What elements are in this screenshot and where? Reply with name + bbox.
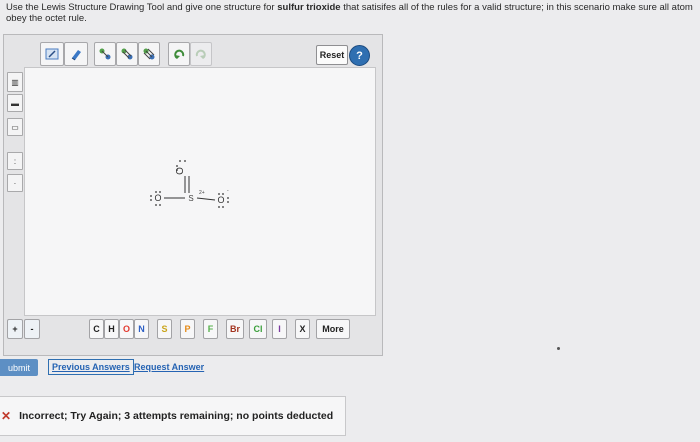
instructions-line2: obey the octet rule. (6, 13, 87, 24)
bond-double-icon[interactable] (116, 42, 138, 66)
drawing-canvas[interactable]: O S 2+ O O - (24, 67, 376, 316)
single-bond-right (196, 197, 216, 201)
instructions-line1-post: that satisifes all of the rules for a va… (340, 2, 693, 13)
sulfur-charge: 2+ (199, 190, 205, 196)
question-instructions: Use the Lewis Structure Drawing Tool and… (6, 2, 700, 24)
sulfur-atom: S (188, 194, 193, 203)
lone-pair-dot (227, 201, 229, 203)
remove-charge-button[interactable]: - (24, 319, 40, 339)
lone-pair-dot (222, 206, 224, 208)
element-button-p[interactable]: P (180, 319, 195, 339)
lone-pair-dot (159, 191, 161, 193)
more-elements-button[interactable]: More (316, 319, 350, 339)
previous-answers-link[interactable]: Previous Answers (48, 359, 134, 375)
radical-tool-icon[interactable]: · (7, 174, 23, 192)
left-oxygen-atom: O (154, 193, 161, 203)
submit-button[interactable]: ubmit (0, 359, 38, 376)
right-oxygen-charge: - (227, 188, 229, 194)
element-button-i[interactable]: I (272, 319, 287, 339)
element-button-f[interactable]: F (203, 319, 218, 339)
element-button-c[interactable]: C (89, 319, 104, 339)
lone-pair-dot (155, 204, 157, 206)
top-oxygen-atom: O (175, 167, 186, 175)
undo-icon[interactable] (168, 42, 190, 66)
lone-pair-dot (184, 160, 186, 162)
ring-tool-icon[interactable]: ▥ (7, 72, 23, 92)
redo-icon[interactable] (190, 42, 212, 66)
request-answer-link[interactable]: Request Answer (134, 362, 204, 372)
element-button-o[interactable]: O (119, 319, 134, 339)
right-oxygen-atom: O (217, 195, 224, 205)
bond-single-icon[interactable] (94, 42, 116, 66)
instructions-compound: sulfur trioxide (277, 2, 341, 13)
lightning-icon[interactable] (40, 42, 64, 66)
element-toolbar: + - C H O N S P F Br Cl I X More (7, 317, 377, 341)
lone-pair-dot (179, 160, 181, 162)
feedback-message: Incorrect; Try Again; 3 attempts remaini… (19, 410, 334, 422)
lone-pair-dot (218, 206, 220, 208)
molecule-structure: O S 2+ O O - (150, 160, 229, 208)
element-button-n[interactable]: N (134, 319, 149, 339)
eraser-icon[interactable] (64, 42, 88, 66)
lone-pair-dot (159, 204, 161, 206)
element-button-cl[interactable]: Cl (249, 319, 267, 339)
lone-pair-dot (222, 193, 224, 195)
reset-button[interactable]: Reset (316, 45, 348, 65)
help-icon[interactable]: ? (349, 45, 370, 66)
lone-pair-dot (227, 197, 229, 199)
bond-tool-icon[interactable]: ▭ (7, 118, 23, 136)
lone-pair-dot (218, 193, 220, 195)
left-toolbar: ▥ ▬ ▭ : · (7, 72, 23, 312)
feedback-box: ✕ Incorrect; Try Again; 3 attempts remai… (0, 396, 346, 436)
lone-pair-dot (155, 191, 157, 193)
element-button-x[interactable]: X (295, 319, 310, 339)
element-button-br[interactable]: Br (226, 319, 244, 339)
lone-pair-tool-icon[interactable]: : (7, 152, 23, 170)
lone-pair-dot (176, 165, 178, 167)
bond-triple-icon[interactable] (138, 42, 160, 66)
lone-pair-dot (150, 199, 152, 201)
incorrect-x-icon: ✕ (1, 409, 12, 423)
stray-dot (557, 347, 560, 350)
lone-pair-dot (150, 195, 152, 197)
minus-tool-icon[interactable]: ▬ (7, 94, 23, 112)
lone-pair-dot (176, 169, 178, 171)
element-button-h[interactable]: H (104, 319, 119, 339)
add-charge-button[interactable]: + (7, 319, 23, 339)
element-button-s[interactable]: S (157, 319, 172, 339)
instructions-line1-pre: Use the Lewis Structure Drawing Tool and… (6, 2, 278, 13)
